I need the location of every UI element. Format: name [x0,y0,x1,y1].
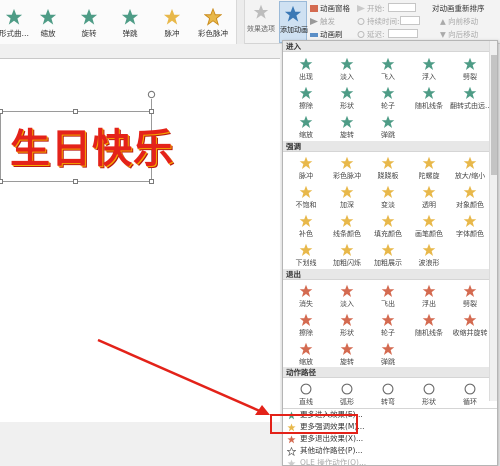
powerpoint-window: 形式曲… 缩放 旋转 弹跳 脉冲 彩色脉冲 效果选项 添加动画 动画窗格 触发 … [0,0,500,466]
red-arrow-annotation [97,338,270,415]
